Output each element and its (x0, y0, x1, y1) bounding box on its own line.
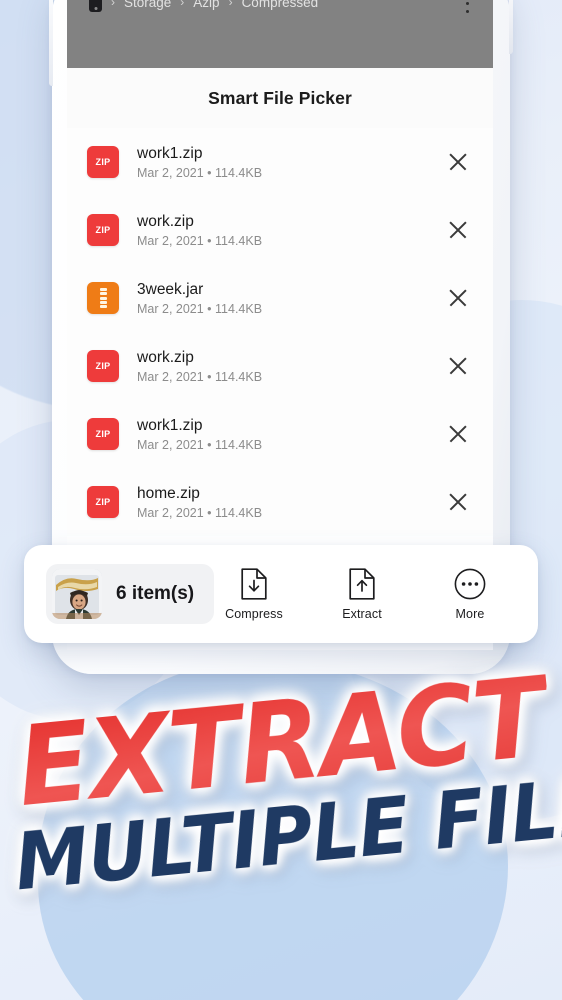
file-meta: home.zip Mar 2, 2021 • 114.4KB (119, 484, 445, 520)
file-row[interactable]: ZIP work1.zip Mar 2, 2021 • 114.4KB (67, 128, 493, 196)
file-list: ZIP work1.zip Mar 2, 2021 • 114.4KB ZIP work… (67, 128, 493, 536)
file-meta: work1.zip Mar 2, 2021 • 114.4KB (119, 416, 445, 452)
close-x-icon[interactable] (445, 217, 471, 243)
zipper-tooth (99, 300, 107, 304)
kebab-dot-2 (465, 1, 469, 5)
zipper-glyph (99, 287, 108, 309)
breadcrumb-separator-3: › (228, 0, 233, 9)
phone-device-icon[interactable] (89, 0, 102, 12)
app-topbar: › Storage › Azip › Compressed (67, 0, 493, 68)
file-upload-icon (349, 567, 375, 600)
file-name: 3week.jar (137, 280, 204, 298)
kebab-dot-3 (465, 10, 469, 13)
file-row[interactable]: ZIP work1.zip Mar 2, 2021 • 114.4KB (67, 400, 493, 468)
zipper-tooth (99, 305, 107, 308)
breadcrumb-item-azip[interactable]: Azip (193, 0, 219, 10)
file-meta: work1.zip Mar 2, 2021 • 114.4KB (119, 144, 445, 180)
file-date-size: Mar 2, 2021 • 114.4KB (137, 438, 263, 453)
action-buttons: Compress Extract More (214, 567, 512, 621)
file-date-size: Mar 2, 2021 • 114.4KB (137, 234, 263, 249)
file-name: work.zip (137, 212, 194, 230)
extract-label: Extract (342, 606, 382, 621)
phone-power-button (509, 0, 513, 54)
file-date-size: Mar 2, 2021 • 114.4KB (137, 506, 263, 521)
breadcrumb-item-compressed[interactable]: Compressed (242, 0, 319, 10)
more-label: More (455, 606, 485, 621)
file-name: work.zip (137, 348, 194, 366)
breadcrumb-item-storage[interactable]: Storage (124, 0, 171, 10)
file-row[interactable]: ZIP home.zip Mar 2, 2021 • 114.4KB (67, 468, 493, 536)
kebab-menu-icon[interactable] (457, 0, 477, 15)
file-row[interactable]: 3week.jar Mar 2, 2021 • 114.4KB (67, 264, 493, 332)
compress-button[interactable]: Compress (216, 567, 292, 621)
breadcrumb: › Storage › Azip › Compressed (83, 0, 457, 12)
zipper-tooth (99, 296, 107, 300)
close-x-icon[interactable] (445, 285, 471, 311)
selected-file-thumbnail (52, 569, 102, 619)
zip-file-icon: ZIP (87, 146, 119, 178)
file-row[interactable]: ZIP work.zip Mar 2, 2021 • 114.4KB (67, 196, 493, 264)
file-name: home.zip (137, 484, 200, 502)
selection-action-bar: 6 item(s) Compress Extract More (24, 545, 538, 643)
breadcrumb-separator-1: › (111, 0, 115, 9)
close-x-icon[interactable] (445, 353, 471, 379)
close-x-icon[interactable] (445, 149, 471, 175)
close-x-icon[interactable] (445, 489, 471, 515)
jar-file-icon (87, 282, 119, 314)
file-date-size: Mar 2, 2021 • 114.4KB (137, 302, 263, 317)
breadcrumb-separator-2: › (180, 0, 185, 9)
file-row[interactable]: ZIP work.zip Mar 2, 2021 • 114.4KB (67, 332, 493, 400)
file-download-icon (241, 567, 267, 600)
compress-label: Compress (225, 606, 283, 621)
zip-file-icon: ZIP (87, 214, 119, 246)
more-button[interactable]: More (432, 568, 508, 621)
zip-file-icon: ZIP (87, 486, 119, 518)
selection-count-label: 6 item(s) (116, 583, 195, 604)
zip-file-icon: ZIP (87, 418, 119, 450)
phone-volume-button (49, 0, 53, 86)
file-meta: work.zip Mar 2, 2021 • 114.4KB (119, 348, 445, 384)
page-title: Smart File Picker (67, 68, 493, 128)
zipper-tooth (99, 288, 107, 291)
extract-button[interactable]: Extract (324, 567, 400, 621)
close-x-icon[interactable] (445, 421, 471, 447)
file-name: work1.zip (137, 416, 203, 434)
file-meta: 3week.jar Mar 2, 2021 • 114.4KB (119, 280, 445, 316)
selection-count-chip[interactable]: 6 item(s) (46, 564, 215, 624)
file-name: work1.zip (137, 144, 203, 162)
zipper-tooth (99, 292, 107, 296)
more-dots-icon (454, 568, 486, 600)
zip-file-icon: ZIP (87, 350, 119, 382)
file-date-size: Mar 2, 2021 • 114.4KB (137, 166, 263, 181)
file-meta: work.zip Mar 2, 2021 • 114.4KB (119, 212, 445, 248)
promo-screenshot: › Storage › Azip › Compressed Smart File… (0, 0, 562, 1000)
file-date-size: Mar 2, 2021 • 114.4KB (137, 370, 263, 385)
